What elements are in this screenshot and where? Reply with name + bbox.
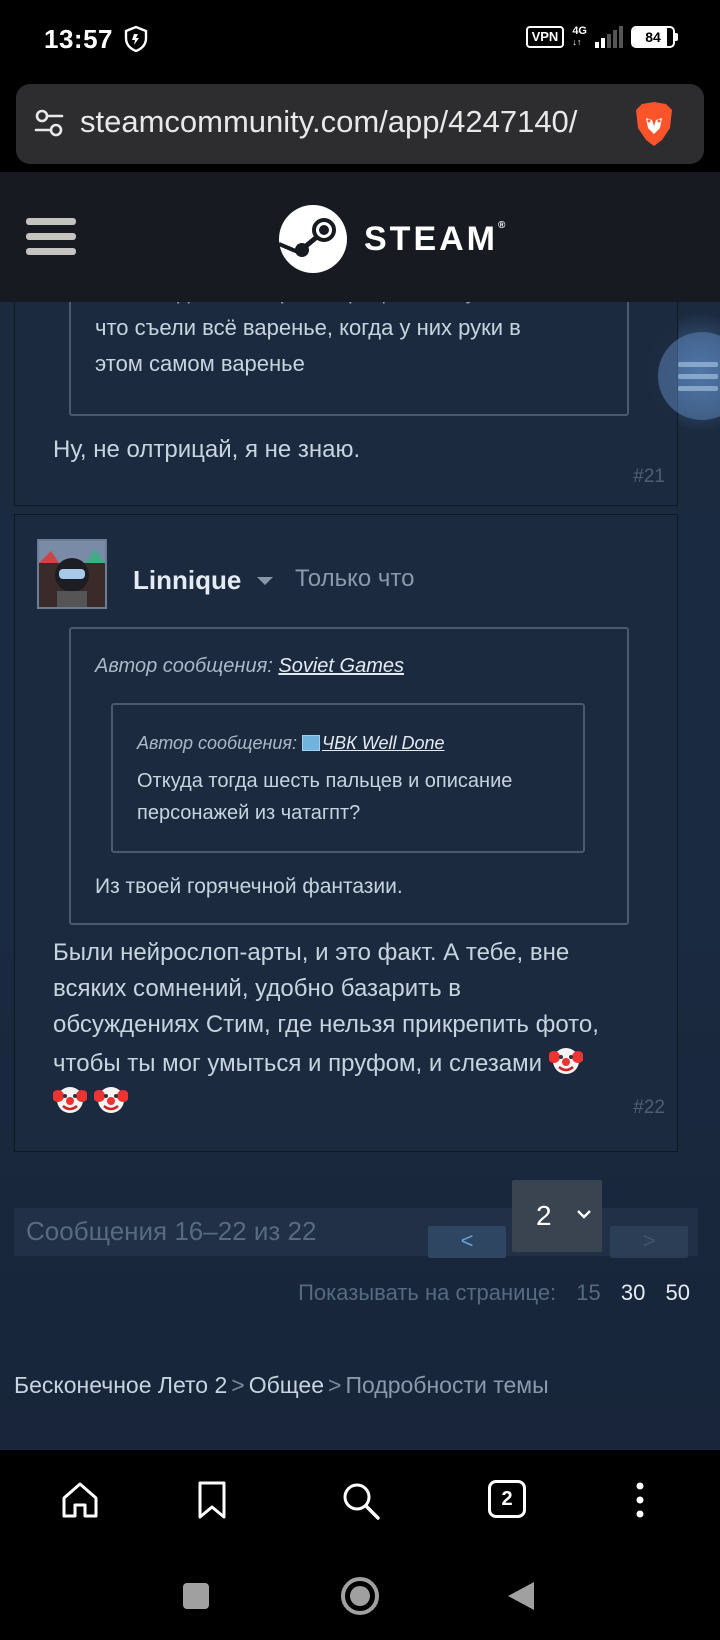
more-icon[interactable] (618, 1478, 662, 1522)
per-page-selector: Показывать на странице: 15 30 50 (298, 1280, 690, 1306)
comment-text: Были нейрослоп-арты, и это факт. А тебе,… (53, 935, 653, 1121)
pagination-count: Сообщения 16–22 из 22 (26, 1216, 317, 1246)
breadcrumb-game[interactable]: Бесконечное Лето 2 (14, 1372, 227, 1398)
comment-number[interactable]: #21 (633, 466, 665, 488)
breadcrumb: Бесконечное Лето 2 > Общее > Подробности тем… (14, 1372, 549, 1398)
status-indicators: VPN 4G ↓↑ 84 (525, 25, 678, 48)
avatar[interactable] (37, 539, 107, 609)
home-icon[interactable] (58, 1478, 102, 1522)
author-name[interactable]: Linnique (133, 565, 241, 596)
battery-level: 84 (645, 29, 661, 45)
clown-emoji (53, 1087, 87, 1113)
per-page-option-15[interactable]: 15 (576, 1280, 600, 1305)
search-icon[interactable] (338, 1478, 382, 1522)
nested-quote-line: Откуда тогда шесть пальцев и описание (137, 770, 513, 792)
nested-quote-line: персонажей из чатагпт? (137, 802, 361, 824)
nested-quote-author: Автор сообщения: ЧВК Well Done (137, 733, 445, 753)
battery-icon: 84 (631, 26, 678, 48)
url-text[interactable]: steamcommunity.com/app/4247140/ (80, 104, 577, 140)
comment-21: Это как дети, которые отрицают вину за т… (14, 302, 678, 506)
recents-icon[interactable] (182, 1582, 210, 1610)
forum-content: Это как дети, которые отрицают вину за т… (0, 302, 720, 1450)
page-select[interactable]: 2 (512, 1180, 602, 1252)
quote-author: Автор сообщения: Soviet Games (95, 655, 404, 677)
status-bar: 13:57 VPN 4G ↓↑ 84 (0, 0, 720, 80)
vpn-badge: VPN (525, 26, 565, 48)
clown-emoji (548, 1048, 583, 1074)
tab-count: 2 (488, 1480, 526, 1518)
breadcrumb-forum[interactable]: Общее (249, 1372, 324, 1398)
quote-line: что съели всё варенье, когда у них руки … (95, 315, 521, 340)
comment-number[interactable]: #22 (633, 1097, 665, 1119)
browser-bottom-nav: 2 (0, 1450, 720, 1552)
breadcrumb-current: Подробности темы (345, 1372, 549, 1398)
nested-quote-box: Автор сообщения: ЧВК Well Done Откуда то… (111, 703, 585, 853)
steam-logo[interactable]: STEAM® (278, 204, 508, 274)
quote-box: Автор сообщения: Soviet Games Автор сооб… (69, 627, 629, 925)
per-page-label: Показывать на странице: (298, 1280, 557, 1305)
brave-lion-icon[interactable] (632, 100, 676, 148)
chevron-down-icon[interactable] (257, 577, 273, 585)
quote-line: Это как дети, которые отрицают вину за т… (95, 302, 539, 310)
comment-22: Linnique Только что Автор сообщения: Sov… (14, 514, 678, 1152)
comment-text: Ну, не олтрицай, я не знаю. (53, 436, 361, 463)
home-circle-icon[interactable] (340, 1576, 380, 1616)
network-type: 4G ↓↑ (572, 25, 587, 48)
steam-logo-icon (278, 205, 347, 273)
prev-page-button[interactable]: < (428, 1226, 506, 1258)
steam-header: STEAM® (0, 172, 720, 302)
status-time: 13:57 (44, 24, 113, 54)
quote-text: Из твоей горячечной фантазии. (95, 875, 403, 898)
quote-line: этом самом варенье (95, 351, 305, 376)
signal-icon (595, 26, 623, 48)
address-bar[interactable]: steamcommunity.com/app/4247140/ (16, 84, 704, 164)
per-page-option-50[interactable]: 50 (666, 1280, 690, 1305)
back-icon[interactable] (506, 1580, 536, 1612)
post-timestamp: Только что (295, 565, 415, 592)
tabs-button[interactable]: 2 (488, 1480, 532, 1524)
quote-box: Это как дети, которые отрицают вину за т… (69, 302, 629, 416)
hamburger-icon[interactable] (26, 218, 76, 258)
tune-icon[interactable] (34, 108, 64, 138)
system-nav-bar (0, 1552, 720, 1640)
browser-toolbar: steamcommunity.com/app/4247140/ (0, 80, 720, 172)
nested-quote-author-link[interactable]: ЧВК Well Done (322, 733, 444, 753)
shield-icon (124, 26, 148, 52)
flag-icon (302, 735, 321, 751)
next-page-button[interactable]: > (610, 1226, 688, 1258)
clown-emoji (93, 1087, 128, 1113)
steam-wordmark: STEAM® (364, 219, 509, 258)
chevron-down-icon (577, 1210, 591, 1219)
per-page-option-30[interactable]: 30 (621, 1280, 645, 1305)
bookmark-icon[interactable] (190, 1478, 234, 1522)
quote-author-link[interactable]: Soviet Games (278, 655, 404, 677)
